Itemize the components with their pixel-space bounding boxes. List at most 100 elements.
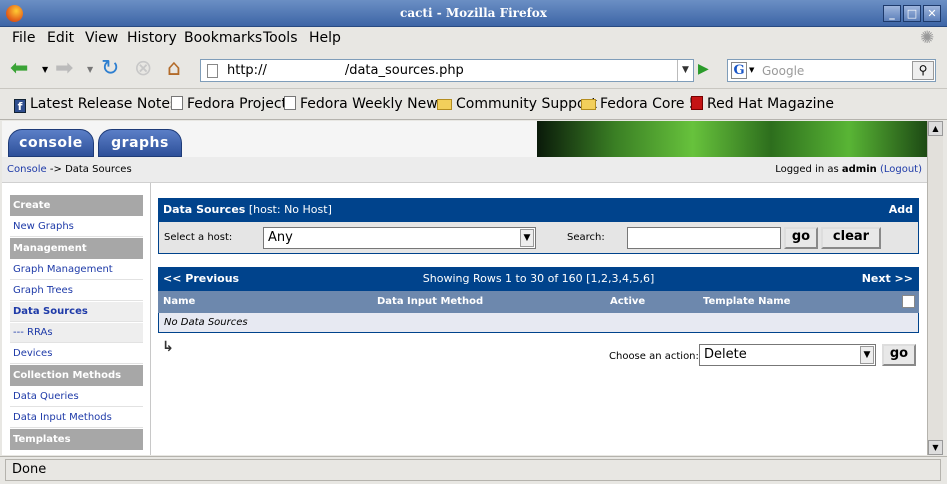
search-input[interactable] xyxy=(627,227,781,249)
url-bar[interactable]: http:// /data_sources.php ▼ xyxy=(200,59,694,82)
next-link[interactable]: Next >> xyxy=(862,267,913,291)
breadcrumb-separator: -> xyxy=(46,164,66,175)
tab-graphs[interactable]: graphs xyxy=(98,129,182,157)
back-history-dropdown-icon[interactable]: ▼ xyxy=(42,65,48,74)
host-select-value: Any xyxy=(268,230,293,245)
engine-dropdown-icon[interactable]: ▼ xyxy=(749,66,754,74)
navigation-toolbar: ⬅ ▼ ➡ ▼ ↻ ⊗ ⌂ http:// /data_sources.php … xyxy=(0,51,947,89)
sidebar-item-data-queries[interactable]: Data Queries xyxy=(10,387,143,407)
bookmark-label: Fedora Project xyxy=(187,96,288,112)
sidebar-item-data-sources[interactable]: Data Sources xyxy=(10,302,143,322)
menu-bar: File Edit View History Bookmarks Tools H… xyxy=(0,27,947,51)
logout-link[interactable]: (Logout) xyxy=(880,164,922,175)
go-arrow-icon[interactable]: ▶ xyxy=(698,61,709,77)
minimize-button[interactable]: _ xyxy=(883,5,901,22)
bookmark-fedora-project[interactable]: Fedora Project xyxy=(171,96,287,112)
column-header-row: Name Data Input Method Active Template N… xyxy=(158,291,919,313)
sidebar: Create New Graphs Management Graph Manag… xyxy=(10,195,143,451)
bookmark-label: Fedora Weekly News xyxy=(300,96,445,112)
menu-edit[interactable]: Edit xyxy=(47,30,74,46)
host-select[interactable]: Any ▼ xyxy=(263,227,536,249)
bookmarks-toolbar: f Latest Release Notes Fedora Project Fed… xyxy=(0,90,947,120)
vertical-scrollbar[interactable]: ▲ ▼ xyxy=(927,121,943,455)
results-table: << Previous Showing Rows 1 to 30 of 160 … xyxy=(158,267,919,333)
sidebar-divider xyxy=(150,183,151,455)
filter-host-text: [host: No Host] xyxy=(245,203,332,216)
login-user: admin xyxy=(841,164,877,175)
bookmark-fedora-weekly-news[interactable]: Fedora Weekly News xyxy=(284,96,445,112)
menu-file[interactable]: File xyxy=(12,30,35,46)
back-icon[interactable]: ⬅ xyxy=(10,56,28,82)
scroll-down-icon[interactable]: ▼ xyxy=(928,440,943,455)
bookmark-label: Community Support xyxy=(456,96,597,112)
filter-row: Select a host: Any ▼ Search: go clear xyxy=(158,222,919,254)
cacti-header: console graphs xyxy=(2,121,927,157)
sidebar-item-data-input-methods[interactable]: Data Input Methods xyxy=(10,408,143,428)
maximize-button[interactable]: □ xyxy=(903,5,921,22)
action-arrow-icon: ↳ xyxy=(162,339,174,355)
search-bar[interactable]: G ▼ Google ⚲ xyxy=(727,59,936,82)
folder-icon xyxy=(437,99,452,110)
add-link[interactable]: Add xyxy=(889,198,913,222)
menu-help[interactable]: Help xyxy=(309,30,341,46)
bookmark-fedora-core-5[interactable]: Fedora Core 5 xyxy=(581,96,698,112)
cactus-banner xyxy=(537,121,927,157)
action-select[interactable]: Delete ▼ xyxy=(699,344,876,366)
window-title: cacti - Mozilla Firefox xyxy=(400,6,547,20)
sidebar-header-collection-methods: Collection Methods xyxy=(10,365,143,386)
sidebar-item-devices[interactable]: Devices xyxy=(10,344,143,364)
bookmark-latest-release-notes[interactable]: f Latest Release Notes xyxy=(14,96,177,113)
forward-icon[interactable]: ➡ xyxy=(55,56,73,82)
sidebar-item-rras[interactable]: --- RRAs xyxy=(10,323,143,343)
login-status: Logged in as admin (Logout) xyxy=(775,157,922,183)
sidebar-header-management: Management xyxy=(10,238,143,259)
filter-panel: Data Sources [host: No Host] Add Select … xyxy=(158,198,919,254)
fedora-icon: f xyxy=(14,99,26,113)
column-data-input-method[interactable]: Data Input Method xyxy=(377,291,483,313)
page-icon xyxy=(171,96,183,110)
folder-icon xyxy=(581,99,596,110)
menu-view[interactable]: View xyxy=(85,30,118,46)
chevron-down-icon[interactable]: ▼ xyxy=(860,346,874,364)
column-template-name[interactable]: Template Name xyxy=(703,291,790,313)
sidebar-item-graph-management[interactable]: Graph Management xyxy=(10,260,143,280)
throbber-icon: ✺ xyxy=(920,28,935,48)
url-text[interactable]: http:// /data_sources.php xyxy=(227,63,464,78)
close-window-button[interactable]: ✕ xyxy=(923,5,941,22)
magnifier-icon[interactable]: ⚲ xyxy=(912,61,934,80)
search-placeholder[interactable]: Google xyxy=(762,64,804,78)
pagination-header: << Previous Showing Rows 1 to 30 of 160 … xyxy=(158,267,919,291)
breadcrumb-current: Data Sources xyxy=(65,164,132,175)
bookmark-community-support[interactable]: Community Support xyxy=(437,96,597,112)
sidebar-item-new-graphs[interactable]: New Graphs xyxy=(10,217,143,237)
forward-history-dropdown-icon[interactable]: ▼ xyxy=(87,65,93,74)
menu-bookmarks[interactable]: Bookmarks xyxy=(184,30,262,46)
filter-header: Data Sources [host: No Host] Add xyxy=(158,198,919,222)
menu-history[interactable]: History xyxy=(127,30,177,46)
action-go-button[interactable]: go xyxy=(882,344,916,366)
sidebar-header-templates: Templates xyxy=(10,429,143,450)
menu-tools[interactable]: Tools xyxy=(263,30,298,46)
sidebar-header-create: Create xyxy=(10,195,143,216)
tab-console[interactable]: console xyxy=(8,129,94,157)
home-icon[interactable]: ⌂ xyxy=(167,56,181,82)
rows-showing[interactable]: Showing Rows 1 to 30 of 160 [1,2,3,4,5,6… xyxy=(158,267,919,291)
breadcrumb-console-link[interactable]: Console xyxy=(7,164,47,175)
login-prefix: Logged in as xyxy=(775,164,842,175)
column-active[interactable]: Active xyxy=(610,291,645,313)
sidebar-item-graph-trees[interactable]: Graph Trees xyxy=(10,281,143,301)
bookmark-red-hat-magazine[interactable]: Red Hat Magazine xyxy=(691,96,834,112)
chevron-down-icon[interactable]: ▼ xyxy=(520,229,534,247)
page-icon xyxy=(284,96,296,110)
select-all-checkbox[interactable] xyxy=(902,295,915,308)
url-dropdown-icon[interactable]: ▼ xyxy=(677,60,693,81)
scroll-up-icon[interactable]: ▲ xyxy=(928,121,943,136)
column-name[interactable]: Name xyxy=(163,291,195,313)
bookmark-label: Latest Release Notes xyxy=(30,96,178,112)
google-engine-icon[interactable]: G xyxy=(731,62,747,79)
go-button[interactable]: go xyxy=(784,227,818,249)
stop-icon[interactable]: ⊗ xyxy=(134,56,152,82)
status-bar: Done xyxy=(0,456,947,484)
clear-button[interactable]: clear xyxy=(821,227,881,249)
reload-icon[interactable]: ↻ xyxy=(101,56,119,82)
